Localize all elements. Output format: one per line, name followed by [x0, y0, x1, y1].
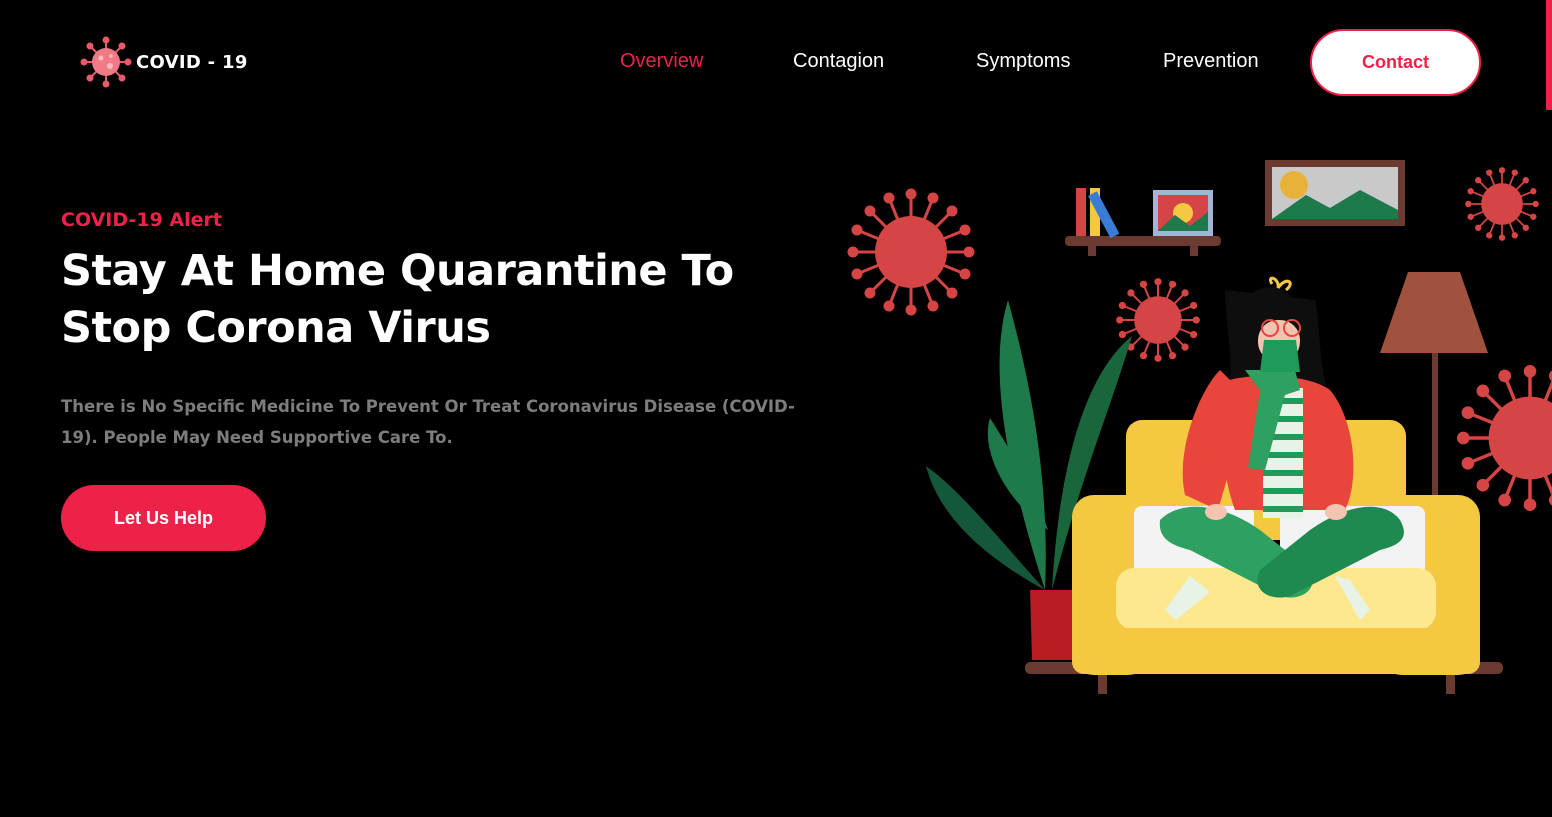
let-us-help-button[interactable]: Let Us Help	[61, 485, 266, 551]
nav-item-symptoms[interactable]: Symptoms	[976, 50, 1070, 73]
hero-description: There is No Specific Medicine To Prevent…	[61, 397, 795, 447]
quarantine-illustration	[847, 160, 1552, 694]
scroll-indicator[interactable]	[1546, 0, 1552, 110]
headline-line-1: Stay At Home Quarantine To	[61, 246, 734, 296]
headline-line-2: Stop Corona Virus	[61, 303, 491, 353]
nav-item-prevention[interactable]: Prevention	[1163, 50, 1259, 73]
virus-decoration-3	[1465, 167, 1539, 241]
virus-decoration-1	[847, 188, 975, 316]
virus-decoration-2	[1116, 278, 1200, 362]
alert-label: COVID-19 Alert	[61, 209, 222, 231]
nav-item-overview[interactable]: Overview	[620, 50, 703, 73]
contact-button[interactable]: Contact	[1310, 29, 1481, 96]
nav-item-contagion[interactable]: Contagion	[793, 50, 884, 73]
virus-decoration-4	[1456, 364, 1552, 512]
hero-headline: Stay At Home Quarantine To Stop Corona V…	[61, 243, 781, 357]
